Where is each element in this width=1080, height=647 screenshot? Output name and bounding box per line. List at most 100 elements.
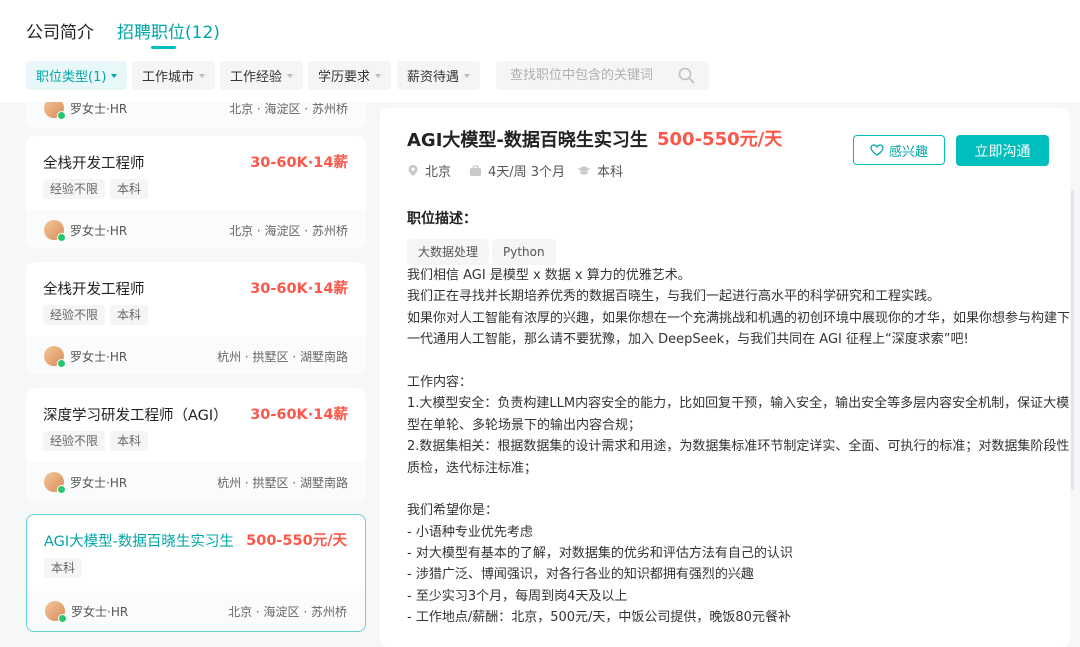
job-description-text: 我们相信 AGI 是模型 x 数据 x 算力的优雅艺术。 我们正在寻找并长期培养… <box>407 265 1070 629</box>
skill-tag: Python <box>492 239 556 265</box>
job-search-input[interactable] <box>510 68 680 83</box>
chat-now-button[interactable]: 立即沟通 <box>956 135 1049 166</box>
filter-label: 薪资待遇 <box>407 70 460 85</box>
job-detail-salary: 500-550元/天 <box>657 129 783 150</box>
briefcase-icon <box>470 164 481 176</box>
interested-label: 感兴趣 <box>888 144 928 160</box>
active-tab-indicator <box>151 46 176 49</box>
job-city: 北京 <box>407 161 451 180</box>
recruiter-name: 罗女士·HR <box>71 605 129 619</box>
description-line: - 小语种专业优先考虑 <box>407 524 533 540</box>
description-line: 我们相信 AGI 是模型 x 数据 x 算力的优雅艺术。 <box>407 268 691 283</box>
job-tag: 本科 <box>110 179 149 199</box>
description-line: 2.数据集相关：根据数据集的设计需求和用途，为数据集标准环节制定详实、全面、可执… <box>407 439 1070 455</box>
chevron-down-icon <box>287 73 294 78</box>
description-line: - 工作地点/薪酬：北京，500元/天，中饭公司提供，晚饭80元餐补 <box>407 610 791 626</box>
job-location: 北京 · 海淀区 · 苏州桥 <box>229 224 348 238</box>
recruiter-avatar <box>44 102 66 120</box>
description-line: - 对大模型有基本的了解，对数据集的优劣和评估方法有自己的认识 <box>407 546 793 562</box>
filter-bar: 职位类型(1) 工作城市 工作经验 学历要求 薪资待遇 <box>0 50 1080 102</box>
job-card-footer: 罗女士·HR 杭州 · 拱墅区 · 湖墅南路 <box>26 462 366 500</box>
job-tag: 本科 <box>44 558 83 578</box>
recruiter-name: 罗女士·HR <box>70 476 128 490</box>
skill-tag: 大数据处理 <box>407 239 490 265</box>
job-location: 杭州 · 拱墅区 · 湖墅南路 <box>217 350 348 364</box>
interested-button[interactable]: 感兴趣 <box>853 135 945 165</box>
job-city-text: 北京 <box>425 165 452 180</box>
online-status-dot <box>57 485 66 494</box>
job-tag: 本科 <box>110 431 149 451</box>
graduation-cap-icon <box>577 166 591 175</box>
chevron-down-icon <box>111 73 118 78</box>
recruiter-avatar <box>44 472 66 494</box>
job-card-title: 全栈开发工程师 <box>43 282 145 298</box>
description-line: 我们希望你是： <box>407 503 499 519</box>
job-location: 北京 · 海淀区 · 苏州桥 <box>229 102 348 116</box>
job-detail-panel: AGI大模型-数据百晓生实习生 500-550元/天 北京 4天/周 3个月 本… <box>380 108 1070 647</box>
online-status-dot <box>57 111 66 120</box>
job-tag: 经验不限 <box>43 179 106 199</box>
description-line: 质检，迭代标注标准； <box>407 460 538 476</box>
filter-label: 工作城市 <box>142 70 195 85</box>
filter-label: 学历要求 <box>318 70 371 85</box>
filter-job-type[interactable]: 职位类型(1) <box>26 61 128 90</box>
description-line: 一代通用人工智能，那么请不要犹豫，加入 DeepSeek，与我们共同在 AGI … <box>407 332 969 348</box>
online-status-dot <box>57 359 66 368</box>
job-card-salary: 30-60K·14薪 <box>250 407 348 423</box>
detail-scrollbar[interactable] <box>1071 190 1074 490</box>
tab-company-intro[interactable]: 公司简介 <box>26 18 94 43</box>
job-card-salary: 500-550元/天 <box>246 533 347 549</box>
description-line: 1.大模型安全：负责构建LLM内容安全的能力，比如回复干预，输入安全，输出安全等… <box>407 396 1070 412</box>
description-line: - 至少实习3个月，每周到岗4天及以上 <box>407 588 628 604</box>
job-card-selected[interactable]: AGI大模型-数据百晓生实习生 500-550元/天 本科 罗女士·HR 北京 … <box>26 514 366 632</box>
filter-label: 职位类型(1) <box>36 70 107 85</box>
job-card-footer: 罗女士·HR 北京 · 海淀区 · 苏州桥 <box>26 210 366 248</box>
filter-experience[interactable]: 工作经验 <box>220 61 304 90</box>
filter-label: 工作经验 <box>230 70 283 85</box>
job-location: 杭州 · 拱墅区 · 湖墅南路 <box>217 476 348 490</box>
filter-salary[interactable]: 薪资待遇 <box>397 61 481 90</box>
job-schedule-text: 4天/周 3个月 <box>488 165 566 180</box>
recruiter-avatar <box>44 220 66 242</box>
recruiter-name: 罗女士·HR <box>70 102 128 116</box>
job-card-footer: 罗女士·HR 北京 · 海淀区 · 苏州桥 <box>27 591 365 631</box>
description-line: 工作内容： <box>407 374 473 390</box>
job-card-title: 深度学习研发工程师（AGI） <box>43 408 228 424</box>
job-location: 北京 · 海淀区 · 苏州桥 <box>228 605 347 619</box>
job-description-heading: 职位描述： <box>407 211 477 227</box>
recruiter-avatar <box>44 346 66 368</box>
description-line: - 涉猎广泛、博闻强识，对各行各业的知识都拥有强烈的兴趣 <box>407 567 754 583</box>
job-card-salary: 30-60K·14薪 <box>250 155 348 171</box>
job-tag: 经验不限 <box>43 431 106 451</box>
job-list: 罗女士·HR 北京 · 海淀区 · 苏州桥 全栈开发工程师 30-60K·14薪… <box>26 102 366 647</box>
job-schedule: 4天/周 3个月 <box>469 161 565 180</box>
job-degree-text: 本科 <box>597 165 624 180</box>
job-card-title: 全栈开发工程师 <box>43 156 145 172</box>
job-detail-title: AGI大模型-数据百晓生实习生 <box>407 130 648 151</box>
chevron-down-icon <box>199 73 206 78</box>
job-card[interactable]: 罗女士·HR 北京 · 海淀区 · 苏州桥 <box>26 102 366 128</box>
company-tabs-bar: 公司简介 招聘职位(12) <box>0 0 1080 50</box>
filter-education[interactable]: 学历要求 <box>308 61 392 90</box>
chevron-down-icon <box>375 73 382 78</box>
job-card-salary: 30-60K·14薪 <box>250 281 348 297</box>
job-card-footer: 罗女士·HR 杭州 · 拱墅区 · 湖墅南路 <box>26 336 366 374</box>
heart-icon <box>870 144 884 156</box>
chevron-down-icon <box>464 73 471 78</box>
job-search-box <box>496 61 709 90</box>
filter-city[interactable]: 工作城市 <box>132 61 216 90</box>
job-card-footer: 罗女士·HR 北京 · 海淀区 · 苏州桥 <box>26 102 366 128</box>
online-status-dot <box>58 614 67 623</box>
location-pin-icon <box>408 165 418 176</box>
job-card[interactable]: 全栈开发工程师 30-60K·14薪 经验不限 本科 罗女士·HR 杭州 · 拱… <box>26 262 366 374</box>
job-card-title: AGI大模型-数据百晓生实习生 <box>44 534 234 550</box>
recruiter-name: 罗女士·HR <box>70 350 128 364</box>
description-line: 型在单轮、多轮场景下的输出内容合规； <box>407 417 642 433</box>
tab-job-openings[interactable]: 招聘职位(12) <box>117 18 220 43</box>
search-icon[interactable] <box>678 67 695 84</box>
job-card[interactable]: 深度学习研发工程师（AGI） 30-60K·14薪 经验不限 本科 罗女士·HR… <box>26 388 366 500</box>
job-card[interactable]: 全栈开发工程师 30-60K·14薪 经验不限 本科 罗女士·HR 北京 · 海… <box>26 136 366 248</box>
description-line: 我们正在寻找并长期培养优秀的数据百晓生，与我们一起进行高水平的科学研究和工程实践… <box>407 289 941 305</box>
